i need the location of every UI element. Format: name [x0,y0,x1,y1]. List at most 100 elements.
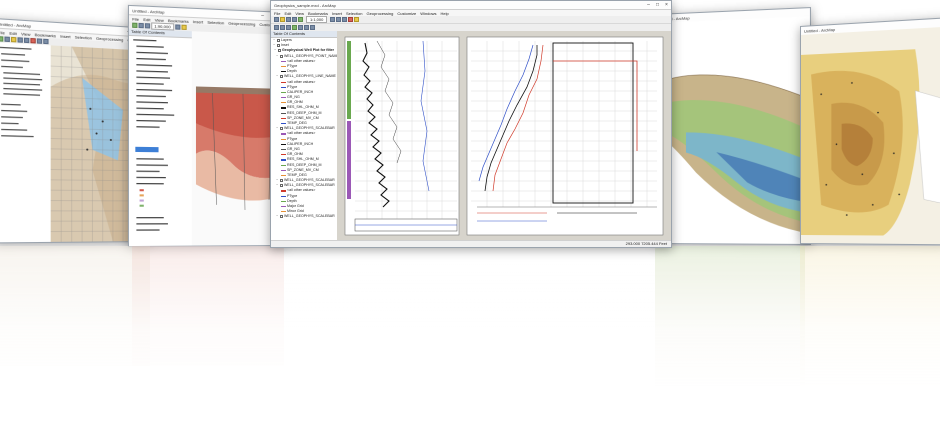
well-plot-layout-view[interactable] [337,31,671,241]
toolbar: 1:1,000 [271,16,671,24]
symbol-swatch [281,123,286,124]
symbol-swatch [281,66,286,67]
symbol-swatch [281,139,286,140]
minimize-icon[interactable]: – [644,2,653,9]
menu-item-selection[interactable]: Selection [346,11,362,16]
symbol-swatch [281,87,286,88]
symbol-swatch [281,113,286,114]
editor-icon[interactable] [330,17,335,22]
menu-item-file[interactable]: File [132,16,139,21]
search-icon[interactable] [342,17,347,22]
symbol-swatch [281,165,286,166]
expand-icon[interactable]: − [276,74,279,79]
menu-item-file[interactable]: File [274,11,280,16]
layer-checkbox[interactable] [278,49,281,52]
symbol-swatch [281,175,286,176]
select-icon[interactable] [298,25,303,30]
print-icon[interactable] [292,17,297,22]
expand-icon[interactable]: − [276,183,279,188]
expand-icon[interactable]: − [276,214,279,219]
save-icon[interactable] [286,17,291,22]
layer-checkbox[interactable] [280,127,283,130]
minimize-icon[interactable]: – [258,12,267,19]
menu-item-selection[interactable]: Selection [75,34,92,40]
symbol-swatch [281,71,286,72]
symbol-swatch [281,190,286,191]
menu-item-geoprocessing[interactable]: Geoprocessing [228,20,255,26]
symbol-swatch [281,133,286,134]
identify-icon[interactable] [304,25,309,30]
reflection-fade [0,246,940,430]
toc-tree-lines [129,36,192,243]
title-bar: Geophysics_sample.mxd - ArcMap – □ × [271,1,671,10]
table-of-contents [0,42,52,242]
measure-icon[interactable] [310,25,315,30]
menu-item-help[interactable]: Help [441,11,449,16]
menu-item-customize[interactable]: Customize [397,11,416,16]
table-of-contents: Table Of Contents − Layers − Inset − Geophysi… [271,31,338,241]
symbol-swatch [281,144,286,145]
menu-item-edit[interactable]: Edit [9,30,16,36]
scale-box[interactable]: 1:1,000 [306,16,327,23]
symbol-swatch [281,97,286,98]
menu-item-geoprocessing[interactable]: Geoprocessing [366,11,393,16]
menu-item-edit[interactable]: Edit [284,11,291,16]
symbol-swatch [281,61,286,62]
menu-item-file[interactable]: File [0,29,5,35]
symbol-swatch [281,107,286,108]
menu-item-view[interactable]: View [295,11,304,16]
layer-checkbox[interactable] [280,184,283,187]
expand-icon[interactable]: − [276,54,279,59]
symbol-swatch [281,82,286,83]
toc-row[interactable]: − WELL_GEOPHYS_SCALEBAR [273,214,337,219]
zoom-in-icon[interactable] [274,25,279,30]
toolbox-icon[interactable] [348,17,353,22]
symbol-swatch [281,102,286,103]
pan-icon[interactable] [286,25,291,30]
menu-item-view[interactable]: View [155,17,164,23]
contour-map-view[interactable] [801,27,940,245]
green-band [347,41,351,119]
zoom-out-icon[interactable] [280,25,285,30]
close-icon[interactable]: × [662,2,671,9]
catalog-icon[interactable] [336,17,341,22]
new-map-icon[interactable] [274,17,279,22]
maximize-icon[interactable]: □ [653,2,662,9]
window-title: Geophysics_sample.mxd - ArcMap [274,3,644,8]
menu-item-bookmarks[interactable]: Bookmarks [308,11,328,16]
menu-item-view[interactable]: View [21,31,30,37]
terrain-map-view[interactable] [656,16,810,244]
menu-item-windows[interactable]: Windows [420,11,436,16]
menu-item-insert[interactable]: Insert [193,19,203,25]
table-of-contents: Table Of Contents [129,29,193,246]
symbol-swatch [281,92,286,93]
arcmap-window-contour: Untitled - ArcMap [800,17,940,245]
purple-band [347,121,351,199]
status-bar: 293.000 7205.444 Feet [271,240,671,247]
symbol-swatch [281,196,286,197]
symbol-swatch [281,211,286,212]
add-data-icon[interactable] [298,17,303,22]
layer-checkbox[interactable] [280,215,283,218]
python-icon[interactable] [354,17,359,22]
arcmap-window-main: Geophysics_sample.mxd - ArcMap – □ × Fil… [270,0,672,248]
menu-item-edit[interactable]: Edit [143,16,150,21]
symbol-swatch [281,159,286,160]
toc-list: − Layers − Inset − Geophysical Well Plot for … [271,38,337,220]
symbol-swatch [281,149,286,150]
layer-checkbox[interactable] [280,55,283,58]
menu-item-insert[interactable]: Insert [60,33,71,39]
toc-label: WELL_GEOPHYS_SCALEBAR [284,214,335,219]
open-icon[interactable] [280,17,285,22]
layer-checkbox[interactable] [277,39,280,42]
expand-icon[interactable]: − [276,126,279,131]
menu-item-selection[interactable]: Selection [207,19,224,25]
layer-checkbox[interactable] [280,75,283,78]
layer-checkbox[interactable] [277,44,280,47]
menu-item-insert[interactable]: Insert [332,11,342,16]
full-extent-icon[interactable] [292,25,297,30]
layer-checkbox[interactable] [280,179,283,182]
arcmap-window-terrain: Untitled - ArcMap [655,7,811,245]
symbol-swatch [281,206,286,207]
arcmap-window-cross-section: Untitled - ArcMap – □ × FileEditViewBook… [128,5,286,247]
